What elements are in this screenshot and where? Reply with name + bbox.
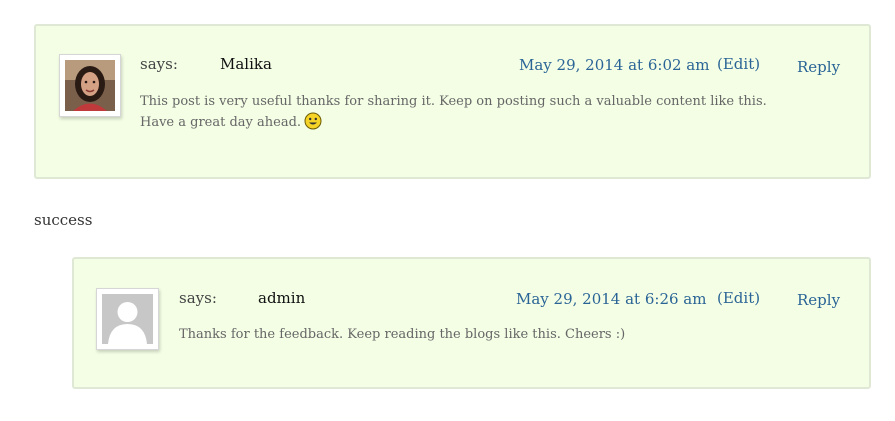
default-user-avatar-icon xyxy=(102,294,153,344)
avatar xyxy=(59,54,121,117)
comment-author: admin xyxy=(258,289,306,307)
says-label: says: xyxy=(140,55,178,73)
status-text: success xyxy=(34,211,93,229)
user-photo-avatar-icon xyxy=(65,60,115,111)
comment-body: Thanks for the feedback. Keep reading th… xyxy=(179,327,626,342)
comment-body: This post is very useful thanks for shar… xyxy=(140,91,780,137)
comment-date-link[interactable]: May 29, 2014 at 6:02 am xyxy=(519,56,709,74)
says-label: says: xyxy=(179,289,217,307)
edit-link[interactable]: (Edit) xyxy=(717,55,760,73)
comment-malika: says: Malika May 29, 2014 at 6:02 am (Ed… xyxy=(34,24,871,179)
smiley-face-icon xyxy=(304,112,322,137)
reply-link[interactable]: Reply xyxy=(797,291,840,309)
comment-body-line: Have a great day ahead. xyxy=(140,115,302,130)
comment-body-line: This post is very useful thanks for shar… xyxy=(140,94,767,109)
comment-admin: says: admin May 29, 2014 at 6:26 am (Edi… xyxy=(72,257,871,389)
reply-link[interactable]: Reply xyxy=(797,58,840,76)
comment-author: Malika xyxy=(220,55,272,73)
edit-link[interactable]: (Edit) xyxy=(717,289,760,307)
avatar xyxy=(96,288,159,350)
comment-date-link[interactable]: May 29, 2014 at 6:26 am xyxy=(516,290,706,308)
